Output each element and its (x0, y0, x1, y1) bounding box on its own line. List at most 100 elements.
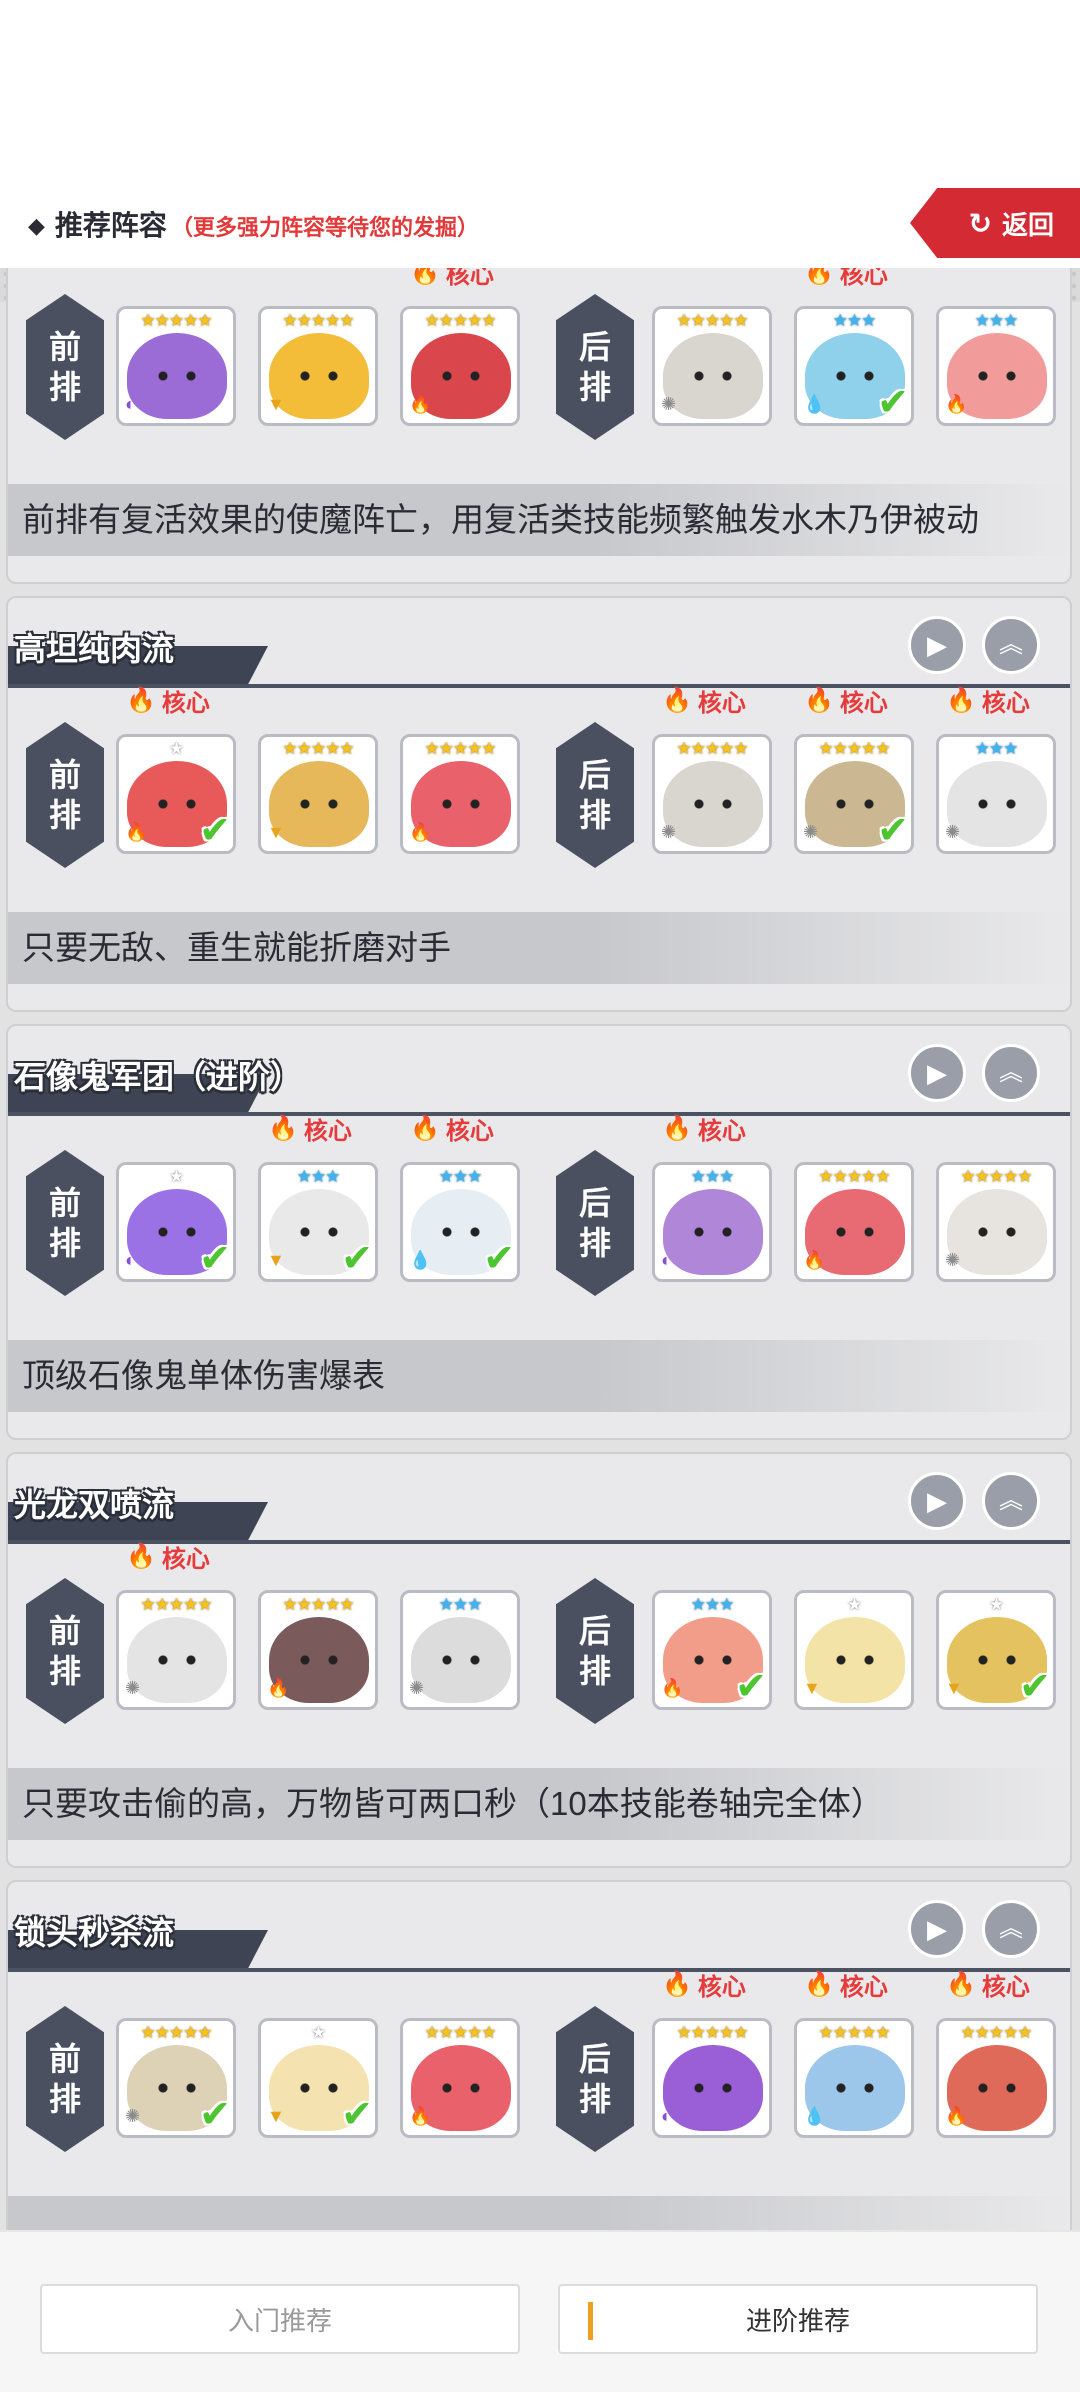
earth-element-icon: ▼ (267, 1250, 285, 1270)
hero-eyes (977, 1655, 1017, 1665)
star-rating: ★★★★★ (676, 2023, 748, 2042)
hero-card[interactable]: ★★★ 💧 ✔ (400, 1162, 520, 1282)
hero-card[interactable]: ★★★★★ 🔥 (794, 1162, 914, 1282)
core-label: 核心 (697, 1117, 746, 1145)
collapse-button[interactable]: ︽ (982, 616, 1040, 674)
double-chevron-up-icon: ︽ (999, 1487, 1023, 1514)
team-title: 光龙双喷流 (14, 1487, 175, 1523)
hero-card[interactable]: ★ ▼ ✔ (258, 2018, 378, 2138)
hero-card[interactable]: ★★★★★ ◐ (652, 2018, 772, 2138)
hero-eyes (299, 1227, 339, 1237)
play-icon: ▶ (927, 1485, 947, 1516)
hero-card[interactable]: ★★★★★ ▼ (258, 306, 378, 426)
owned-check-icon: ✔ (877, 810, 909, 852)
fire-element-icon: 🔥 (267, 1678, 290, 1698)
hero-card[interactable]: ★ ▼ (794, 1590, 914, 1710)
hero-card[interactable]: ★ ▼ ✔ (936, 1590, 1056, 1710)
tab-beginner-recommendations[interactable]: 入门推荐 (40, 2284, 520, 2354)
team-header-divider (8, 1968, 1070, 1972)
return-arrow-icon: ↻ (968, 207, 992, 239)
hero-card[interactable]: ★★★★★ ✺ ✔ (794, 734, 914, 854)
team-list[interactable]: 前排后排 ★★★★★ ◐ ★★★★★ ▼ 🔥 核心 ★★★★★ 🔥 ★★★★★ ✺ 🔥 核心 ★★★ 💧 ✔ ★… (0, 268, 1080, 2230)
hero-card[interactable]: ★★★★★ 💧 (794, 2018, 914, 2138)
core-badge: 🔥 核心 (946, 1968, 1030, 2001)
fire-icon: 🔥 (804, 268, 834, 286)
row-label-char: 排 (578, 369, 611, 405)
hero-eyes (835, 2083, 875, 2093)
team-card-header: 锁头秒杀流 ▶ ︽ (8, 1882, 1070, 1974)
star-rating: ★★★★★ (424, 739, 496, 758)
dark-element-icon: ◐ (125, 1250, 136, 1270)
hero-eyes (299, 371, 339, 381)
star-rating: ★★★★★ (818, 739, 890, 758)
star-rating: ★ (988, 1595, 1004, 1614)
hero-card[interactable]: ★★★ 🔥 (936, 306, 1056, 426)
star-rating: ★★★★★ (818, 2023, 890, 2042)
hero-card[interactable]: ★★★★★ ✺ (936, 1162, 1056, 1282)
hero-card[interactable]: ★★★★★ ✺ (652, 734, 772, 854)
fire-element-icon: 🔥 (409, 2106, 432, 2126)
hero-eyes (693, 371, 733, 381)
hero-card[interactable]: ★ 🔥 ✔ (116, 734, 236, 854)
fire-element-icon: 🔥 (409, 822, 432, 842)
row-label-char: 后 (578, 329, 611, 365)
hero-card[interactable]: ★★★★★ ✺ (652, 306, 772, 426)
hero-card[interactable]: ★★★★★ ✺ ✔ (116, 2018, 236, 2138)
collapse-button[interactable]: ︽ (982, 1044, 1040, 1102)
core-label: 核心 (697, 689, 746, 717)
fire-element-icon: 🔥 (125, 822, 148, 842)
back-button-label: 返回 (1001, 209, 1054, 240)
back-row-label: 后排 (556, 294, 634, 440)
hero-eyes (693, 1655, 733, 1665)
page-title-text: 推荐阵容 (54, 210, 167, 241)
hero-card[interactable]: ★★★★★ 🔥 (400, 2018, 520, 2138)
light-element-icon: ✺ (125, 2106, 141, 2126)
earth-element-icon: ▼ (267, 2106, 285, 2126)
hero-card[interactable]: ★★★★★ 🔥 (400, 306, 520, 426)
back-button[interactable]: ↻ 返回 (910, 188, 1080, 258)
play-button[interactable]: ▶ (908, 1472, 966, 1530)
play-button[interactable]: ▶ (908, 1044, 966, 1102)
row-label-char: 前 (48, 1185, 81, 1221)
hero-card[interactable]: ★★★ ✺ (936, 734, 1056, 854)
hero-card[interactable]: ★★★★★ ▼ (258, 734, 378, 854)
hero-card[interactable]: ★★★ ✺ (400, 1590, 520, 1710)
hero-eyes (693, 2083, 733, 2093)
light-element-icon: ✺ (409, 1678, 425, 1698)
row-label-char: 后 (578, 1613, 611, 1649)
row-label-char: 排 (48, 1225, 81, 1261)
water-element-icon: 💧 (409, 1250, 432, 1270)
collapse-button[interactable]: ︽ (982, 1900, 1040, 1958)
star-rating: ★★★★★ (282, 1595, 354, 1614)
fire-element-icon: 🔥 (803, 1250, 826, 1270)
hero-card[interactable]: ★★★ 💧 ✔ (794, 306, 914, 426)
team-card: 前排后排 ★★★★★ ◐ ★★★★★ ▼ 🔥 核心 ★★★★★ 🔥 ★★★★★ ✺ 🔥 核心 ★★★ 💧 ✔ ★… (6, 268, 1072, 584)
core-badge: 🔥 核心 (662, 684, 746, 717)
double-chevron-up-icon: ︽ (999, 631, 1023, 658)
diamond-icon: ◆ (28, 213, 45, 238)
hero-card[interactable]: ★★★ 🔥 ✔ (652, 1590, 772, 1710)
core-label: 核心 (161, 689, 210, 717)
hero-card[interactable]: ★★★★★ ◐ (116, 306, 236, 426)
play-button[interactable]: ▶ (908, 616, 966, 674)
star-rating: ★★★★★ (424, 2023, 496, 2042)
hero-eyes (441, 371, 481, 381)
earth-element-icon: ▼ (945, 1678, 963, 1698)
team-title: 石像鬼军团（进阶） (14, 1059, 303, 1095)
tab-advanced-recommendations[interactable]: 进阶推荐 (558, 2284, 1038, 2354)
row-label-char: 后 (578, 1185, 611, 1221)
back-row-label: 后排 (556, 2006, 634, 2152)
hero-card[interactable]: ★★★ ▼ ✔ (258, 1162, 378, 1282)
hero-card[interactable]: ★★★★★ 🔥 (400, 734, 520, 854)
fire-element-icon: 🔥 (661, 1678, 684, 1698)
hero-card[interactable]: ★★★★★ ✺ (116, 1590, 236, 1710)
collapse-button[interactable]: ︽ (982, 1472, 1040, 1530)
hero-card[interactable]: ★★★ ◐ (652, 1162, 772, 1282)
hero-card[interactable]: ★ ◐ ✔ (116, 1162, 236, 1282)
light-element-icon: ✺ (803, 822, 819, 842)
earth-element-icon: ▼ (803, 1678, 821, 1698)
play-button[interactable]: ▶ (908, 1900, 966, 1958)
hero-card[interactable]: ★★★★★ 🔥 (936, 2018, 1056, 2138)
fire-icon: 🔥 (126, 1542, 156, 1570)
hero-card[interactable]: ★★★★★ 🔥 (258, 1590, 378, 1710)
